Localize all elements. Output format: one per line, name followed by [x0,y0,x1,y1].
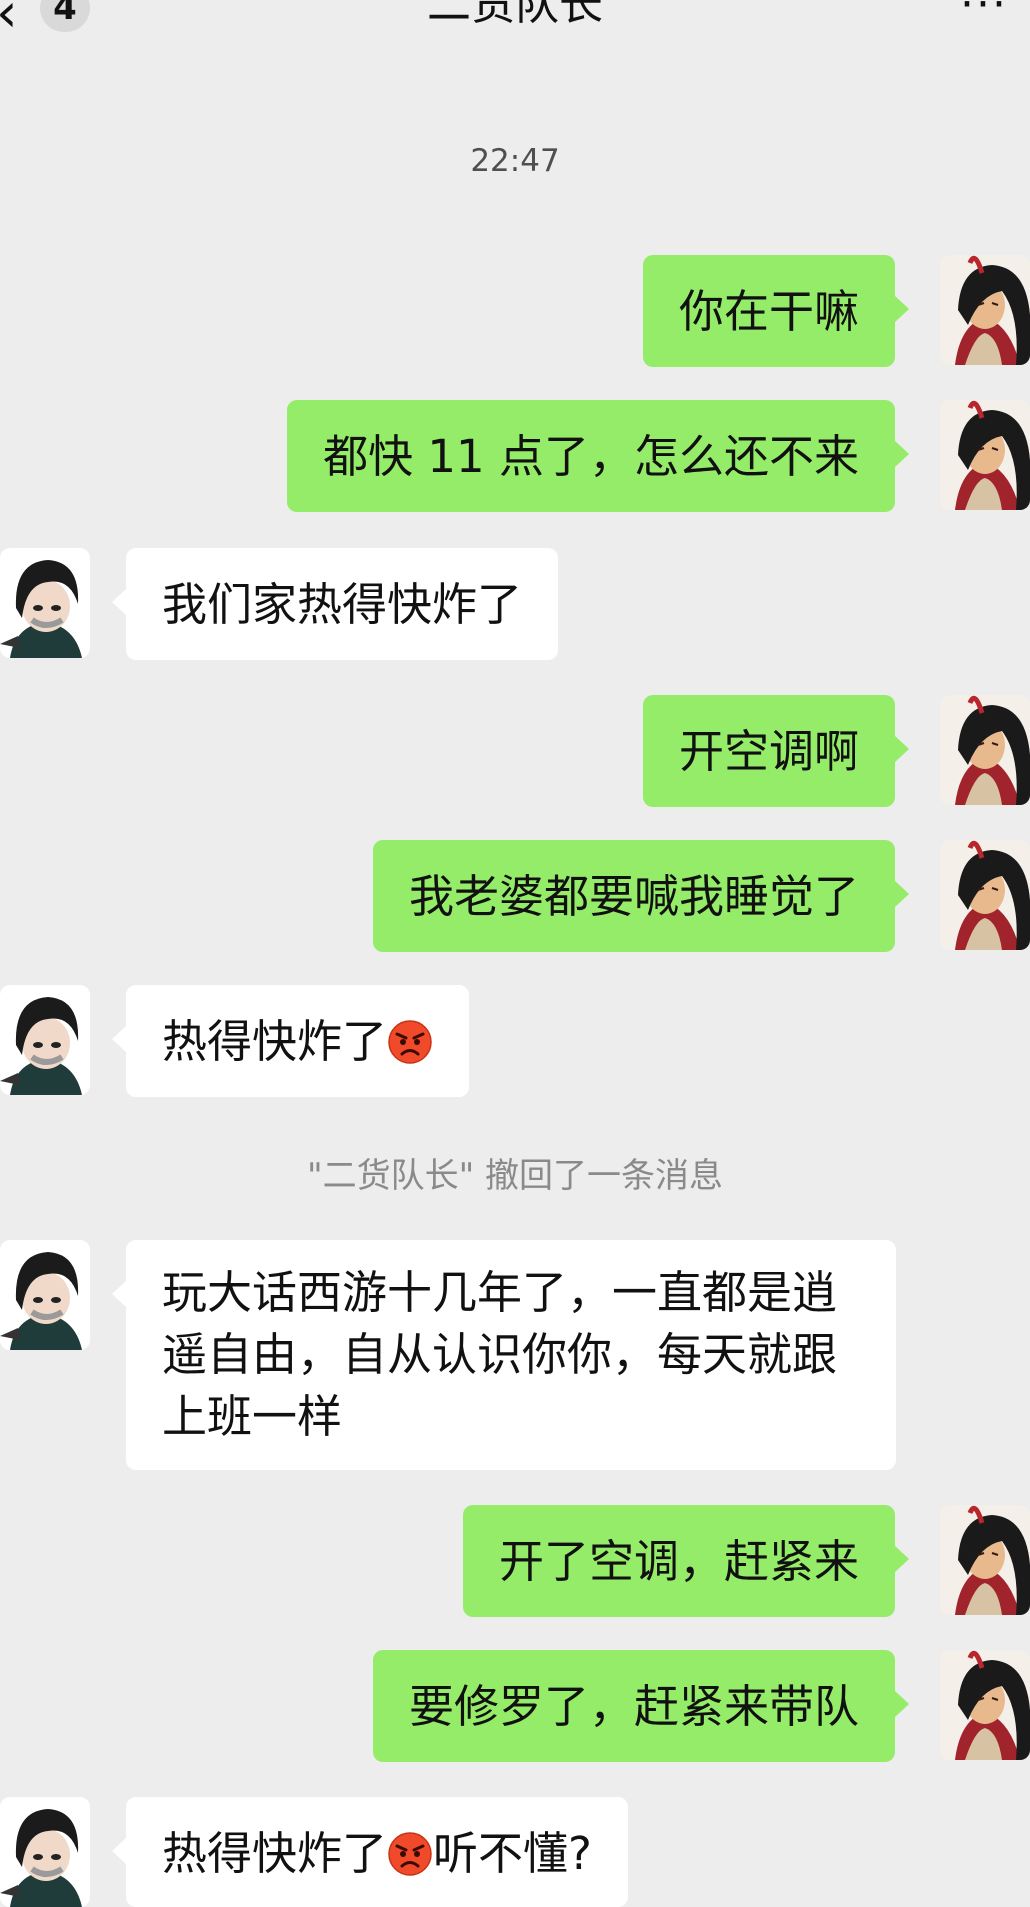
message-bubble-received[interactable]: 热得快炸了 [111,985,470,1097]
my-avatar[interactable] [940,1650,1030,1760]
my-avatar[interactable] [940,1505,1030,1615]
angry-face-icon [387,1831,433,1877]
message-text: 都快 11 点了，怎么还不来 [323,430,859,483]
message-bubble-sent[interactable]: 开了空调，赶紧来 [462,1505,910,1617]
message-timestamp: 22:47 [470,143,560,179]
message-text-line: 玩大话西游十几年了，一直都是逍 [162,1266,838,1319]
message-bubble-received[interactable]: 玩大话西游十几年了，一直都是逍 遥自由，自从认识你你，每天就跟 上班一样 [112,1240,896,1470]
message-text: 开了空调，赶紧来 [498,1535,859,1588]
message-bubble-sent[interactable]: 要修罗了，赶紧来带队 [372,1650,910,1762]
my-avatar[interactable] [940,840,1030,950]
message-bubble-sent[interactable]: 都快 11 点了，怎么还不来 [287,400,909,512]
my-avatar[interactable] [940,400,1030,510]
message-text: 开空调啊 [678,725,859,778]
message-text: 我们家热得快炸了 [162,578,523,631]
message-bubble-sent[interactable]: 我老婆都要喊我睡觉了 [372,840,910,952]
recall-notice: "二货队长" 撤回了一条消息 [306,1156,724,1196]
message-text: 你在干嘛 [678,285,859,338]
message-bubble-sent[interactable]: 开空调啊 [642,695,910,807]
contact-avatar[interactable] [0,985,90,1095]
contact-avatar[interactable] [0,1240,90,1350]
message-text: 热得快炸了 [162,1827,388,1880]
message-bubble-received[interactable]: 我们家热得快炸了 [111,548,559,660]
angry-face-icon [387,1019,433,1065]
message-text: 听不懂? [433,1827,592,1880]
message-bubble-received[interactable]: 热得快炸了 听不懂? [112,1797,628,1907]
message-bubble-sent[interactable]: 你在干嘛 [642,255,910,367]
my-avatar[interactable] [940,695,1030,805]
message-text: 要修罗了，赶紧来带队 [408,1680,859,1733]
chat-title: 二货队长 [427,0,603,30]
contact-avatar[interactable] [0,1797,90,1907]
contact-avatar[interactable] [0,548,90,658]
message-text: 热得快炸了 [162,1015,388,1068]
message-text-line: 上班一样 [162,1390,343,1443]
message-text-line: 遥自由，自从认识你你，每天就跟 [162,1328,838,1381]
message-text: 我老婆都要喊我睡觉了 [408,870,859,923]
chat-header: ‹ 4 二货队长 ··· [0,0,1030,60]
more-dots-icon[interactable]: ··· [960,0,1008,27]
my-avatar[interactable] [940,255,1030,365]
